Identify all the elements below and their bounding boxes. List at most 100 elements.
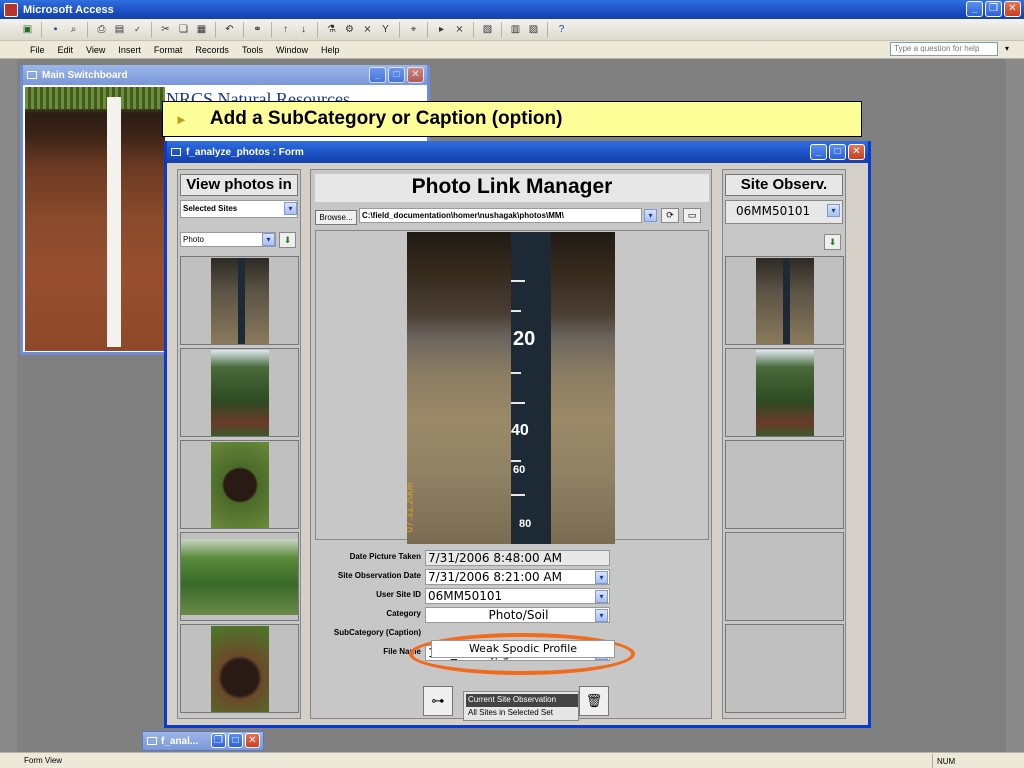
app-close-button[interactable]: ✕ [1004, 1, 1021, 17]
tape-label-80: 80 [519, 518, 532, 530]
save-icon[interactable]: ▪ [48, 22, 63, 37]
soil-profile-photo [25, 87, 165, 351]
help-icon[interactable]: ? [554, 22, 569, 37]
chevron-down-icon[interactable]: ▾ [827, 204, 840, 217]
form-icon [147, 737, 157, 745]
browse-button[interactable]: Browse... [315, 210, 357, 225]
minimized-maximize-button[interactable]: □ [228, 733, 243, 748]
thumbnail-slot[interactable] [180, 256, 299, 345]
filter-icon[interactable]: ⚗ [324, 22, 339, 37]
menu-file[interactable]: File [30, 45, 45, 55]
main-photo-frame: 20 40 60 80 07.31.2006 [315, 230, 709, 544]
user-site-id-field[interactable]: 06MM50101 [425, 588, 610, 604]
thumbnail-slot-empty[interactable] [725, 440, 844, 529]
delete-record-icon[interactable]: ⨯ [452, 22, 467, 37]
form-body: View photos in Selected Sites ▾ Photo ▾ … [167, 163, 868, 725]
option-current-site[interactable]: Current Site Observation [466, 694, 578, 707]
database-window-icon[interactable]: ▥ [508, 22, 523, 37]
find-icon[interactable]: ⌖ [406, 22, 421, 37]
app-restore-button[interactable]: ❐ [985, 1, 1002, 17]
switchboard-maximize-button[interactable]: □ [388, 67, 405, 83]
new-object-icon[interactable]: ▨ [526, 22, 541, 37]
thumbnail-slot[interactable] [180, 624, 299, 713]
thumbnail-slot[interactable] [725, 348, 844, 437]
apply-filter-icon[interactable]: Y [378, 22, 393, 37]
menu-view[interactable]: View [86, 45, 105, 55]
menu-window[interactable]: Window [276, 45, 308, 55]
thumbnail-forest[interactable] [756, 350, 814, 436]
site-observation-panel: Site Observ. 06MM50101 ▾ ⬇ [722, 169, 846, 719]
new-record-icon[interactable]: ▸ [434, 22, 449, 37]
cut-icon[interactable]: ✂ [158, 22, 173, 37]
form-close-button[interactable]: ✕ [848, 144, 865, 160]
minimized-close-button[interactable]: ✕ [245, 733, 260, 748]
menu-records[interactable]: Records [195, 45, 229, 55]
refresh-icon[interactable]: ⟳ [661, 208, 679, 223]
sort-descending-icon[interactable]: ↓ [296, 22, 311, 37]
analyze-photos-form-window[interactable]: f_analyze_photos : Form _ □ ✕ View photo… [164, 141, 871, 728]
chevron-down-icon[interactable]: ▾ [284, 202, 297, 215]
subcategory-caption-field[interactable]: Weak Spodic Profile [431, 640, 615, 658]
properties-icon[interactable]: ▧ [480, 22, 495, 37]
site-obs-date-field[interactable]: 7/31/2006 8:21:00 AM [425, 569, 610, 585]
menu-tools[interactable]: Tools [242, 45, 263, 55]
thumbnail-soil-profile[interactable] [211, 258, 269, 344]
category-field[interactable]: Photo/Soil [425, 607, 610, 623]
menu-edit[interactable]: Edit [58, 45, 74, 55]
minimized-form-window[interactable]: f_anal... ❐ □ ✕ [142, 731, 264, 751]
hyperlink-icon[interactable]: ⚭ [250, 22, 265, 37]
form-maximize-button[interactable]: □ [829, 144, 846, 160]
filter-form-icon[interactable]: ⚙ [342, 22, 357, 37]
thumbnail-soil-pit[interactable] [211, 442, 269, 528]
selected-sites-combo[interactable]: Selected Sites [180, 200, 298, 218]
folder-icon[interactable]: ▭ [683, 208, 701, 223]
menu-insert[interactable]: Insert [118, 45, 141, 55]
switchboard-close-button[interactable]: ✕ [407, 67, 424, 83]
menu-format[interactable]: Format [154, 45, 183, 55]
view-icon[interactable]: ▣ [20, 22, 35, 37]
site-observation-combo[interactable]: 06MM50101 [725, 200, 843, 224]
folder-path-field[interactable]: C:\field_documentation\homer\nushagak\ph… [359, 208, 642, 223]
date-taken-field[interactable]: 7/31/2006 8:48:00 AM [425, 550, 610, 566]
chevron-down-icon[interactable]: ▾ [644, 209, 657, 222]
thumbnail-forest[interactable] [211, 350, 269, 436]
option-all-sites[interactable]: All Sites in Selected Set [466, 707, 578, 720]
thumbnail-slot[interactable] [180, 440, 299, 529]
help-search-input[interactable]: Type a question for help [890, 42, 998, 56]
copy-icon[interactable]: ❏ [176, 22, 191, 37]
thumbnail-slot-empty[interactable] [725, 624, 844, 713]
switchboard-title-bar[interactable]: Main Switchboard _ □ ✕ [23, 65, 427, 85]
site-scope-option-group[interactable]: Current Site Observation All Sites in Se… [463, 691, 579, 721]
chevron-down-icon[interactable]: ▾ [595, 571, 608, 584]
search-icon[interactable]: ⌕ [66, 22, 81, 37]
thumbnail-soil-profile[interactable] [756, 258, 814, 344]
chevron-down-icon[interactable]: ▾ [262, 233, 275, 246]
menu-help[interactable]: Help [321, 45, 340, 55]
paste-icon[interactable]: ▦ [194, 22, 209, 37]
thumbnail-slot[interactable] [180, 348, 299, 437]
chevron-down-icon[interactable]: ▾ [595, 590, 608, 603]
download-arrow-icon[interactable]: ⬇ [824, 234, 841, 250]
minimized-restore-button[interactable]: ❐ [211, 733, 226, 748]
thumbnail-pit-tape[interactable] [211, 626, 269, 712]
remove-filter-icon[interactable]: ⨯ [360, 22, 375, 37]
help-dropdown-icon[interactable]: ▾ [1005, 44, 1009, 53]
download-arrow-icon[interactable]: ⬇ [279, 232, 296, 248]
sort-ascending-icon[interactable]: ↑ [278, 22, 293, 37]
tape-label-60: 60 [513, 464, 526, 476]
spelling-icon[interactable]: ✓ [130, 22, 145, 37]
app-minimize-button[interactable]: _ [966, 1, 983, 17]
thumbnail-slot[interactable] [725, 256, 844, 345]
link-record-icon[interactable]: ⊶ [423, 686, 453, 716]
thumbnail-slot-empty[interactable] [725, 532, 844, 621]
chevron-down-icon[interactable]: ▾ [595, 609, 608, 622]
thumbnail-slot[interactable] [180, 532, 299, 621]
print-preview-icon[interactable]: ▤ [112, 22, 127, 37]
undo-icon[interactable]: ↶ [222, 22, 237, 37]
form-title-bar[interactable]: f_analyze_photos : Form _ □ ✕ [167, 141, 868, 163]
thumbnail-field-workers[interactable] [181, 539, 298, 615]
trash-icon[interactable]: 🗑 [579, 686, 609, 716]
switchboard-minimize-button[interactable]: _ [369, 67, 386, 83]
form-minimize-button[interactable]: _ [810, 144, 827, 160]
print-icon[interactable]: ⎙ [94, 22, 109, 37]
